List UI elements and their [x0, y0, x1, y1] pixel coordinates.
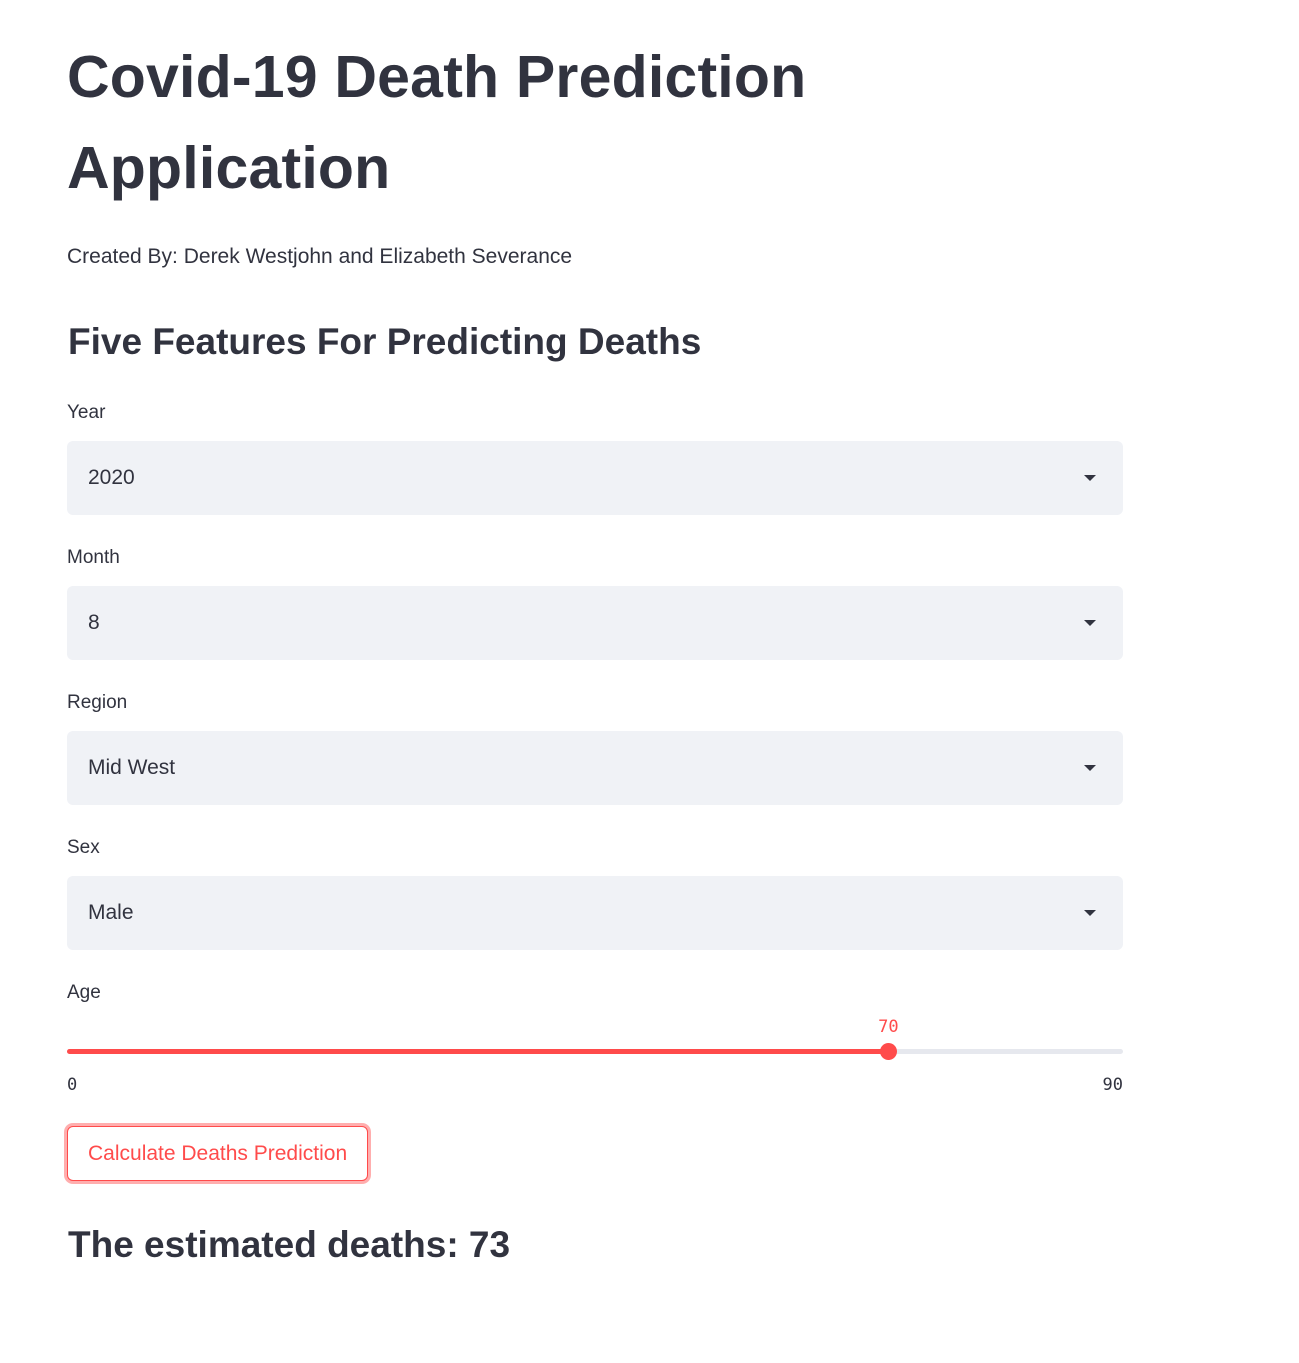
age-slider-fill [67, 1049, 889, 1054]
author-byline: Created By: Derek Westjohn and Elizabeth… [67, 245, 573, 268]
month-label: Month [67, 547, 120, 568]
features-subheader: Five Features For Predicting Deaths [68, 321, 702, 362]
month-select[interactable]: 8 [67, 586, 1123, 660]
chevron-down-icon [1084, 620, 1096, 626]
region-select[interactable]: Mid West [67, 731, 1123, 805]
sex-select[interactable]: Male [67, 876, 1123, 950]
calculate-deaths-button[interactable]: Calculate Deaths Prediction [67, 1126, 369, 1181]
estimated-deaths-result: The estimated deaths: 73 [68, 1224, 511, 1265]
age-slider-min: 0 [67, 1075, 78, 1095]
year-label: Year [67, 402, 106, 423]
chevron-down-icon [1084, 765, 1096, 771]
region-label: Region [67, 692, 128, 713]
age-slider-track[interactable] [67, 1049, 1123, 1054]
page-title: Covid-19 Death Prediction Application [67, 44, 807, 201]
age-slider-handle[interactable] [880, 1043, 898, 1060]
age-label: Age [67, 982, 101, 1003]
chevron-down-icon [1084, 910, 1096, 916]
age-slider-max: 90 [1102, 1075, 1123, 1095]
year-select-value: 2020 [88, 466, 135, 489]
month-select-value: 8 [88, 611, 100, 634]
age-slider-value: 70 [878, 1017, 899, 1037]
year-select[interactable]: 2020 [67, 441, 1123, 515]
age-slider[interactable]: 70 0 90 [67, 1015, 1123, 1105]
region-select-value: Mid West [88, 756, 176, 779]
sex-select-value: Male [88, 901, 134, 924]
sex-label: Sex [67, 837, 100, 858]
chevron-down-icon [1084, 475, 1096, 481]
